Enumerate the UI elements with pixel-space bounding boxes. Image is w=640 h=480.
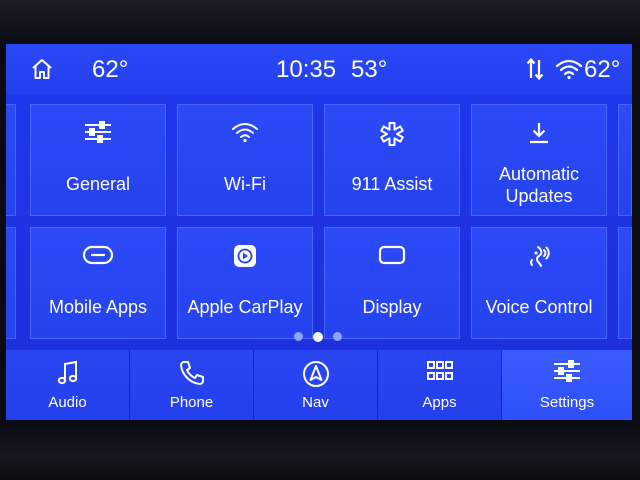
wifi-signal-icon — [554, 58, 584, 80]
apps-grid-icon — [378, 360, 501, 388]
tile-wifi[interactable]: Wi-Fi — [177, 104, 313, 216]
nav-label: Apps — [422, 394, 457, 411]
tile-label: Voice Control — [485, 297, 593, 317]
voice-icon — [472, 244, 606, 270]
music-note-icon — [6, 360, 129, 388]
navigation-icon — [254, 360, 377, 388]
display-bezel-bottom — [0, 420, 640, 480]
home-icon[interactable] — [30, 57, 54, 81]
cabin-temperature: 62° — [584, 56, 621, 83]
page-indicator — [294, 331, 354, 342]
sync-arrows-icon — [526, 56, 544, 82]
tile-label-line1: Automatic — [498, 164, 580, 184]
nav-label: Nav — [302, 394, 329, 411]
display-bezel-top — [0, 0, 640, 44]
nav-audio-button[interactable]: Audio — [6, 350, 130, 420]
page-dot-2[interactable] — [313, 331, 323, 342]
sliders-icon — [31, 121, 165, 147]
clock-time: 10:35 — [276, 56, 337, 83]
tile-label: Apple CarPlay — [187, 297, 303, 317]
medical-star-icon — [325, 121, 459, 147]
status-bar: 62° 10:35 53° 62° — [6, 44, 632, 94]
page-dot-1[interactable] — [294, 332, 303, 341]
tile-mobile-apps[interactable]: Mobile Apps — [30, 227, 166, 339]
prev-page-tile-edge — [6, 227, 16, 339]
nav-phone-button[interactable]: Phone — [130, 350, 254, 420]
tile-label: Mobile Apps — [48, 297, 148, 317]
infotainment-screen: 62° 10:35 53° 62° General Wi-Fi 911 Assi… — [6, 44, 632, 420]
nav-navigation-button[interactable]: Nav — [254, 350, 378, 420]
tile-label: Automatic Updates — [472, 163, 606, 207]
nav-label: Audio — [48, 394, 87, 411]
page-dot-3[interactable] — [333, 332, 342, 341]
nav-apps-button[interactable]: Apps — [378, 350, 502, 420]
tile-label-line2: Updates — [505, 186, 573, 206]
outside-temperature: 62° — [92, 56, 129, 83]
tile-label: General — [65, 174, 131, 194]
next-page-tile-edge — [618, 104, 632, 216]
download-icon — [472, 121, 606, 147]
nav-settings-button[interactable]: Settings — [502, 350, 632, 420]
tile-display[interactable]: Display — [324, 227, 460, 339]
tile-label: Wi-Fi — [224, 174, 266, 194]
nav-label: Settings — [539, 394, 595, 411]
next-page-tile-edge — [618, 227, 632, 339]
wifi-icon — [178, 121, 312, 147]
phone-icon — [130, 360, 253, 388]
link-pill-icon — [31, 244, 165, 270]
settings-sliders-icon — [502, 360, 632, 388]
tile-911-assist[interactable]: 911 Assist — [324, 104, 460, 216]
bottom-nav-bar: Audio Phone Nav Apps Settings — [6, 350, 632, 420]
tile-label: 911 Assist — [351, 174, 433, 194]
display-icon — [325, 244, 459, 270]
tile-label: Display — [362, 297, 422, 317]
carplay-icon — [178, 244, 312, 270]
tile-apple-carplay[interactable]: Apple CarPlay — [177, 227, 313, 339]
climate-temperature: 53° — [351, 56, 388, 83]
tile-general[interactable]: General — [30, 104, 166, 216]
tile-automatic-updates[interactable]: Automatic Updates — [471, 104, 607, 216]
tile-voice-control[interactable]: Voice Control — [471, 227, 607, 339]
nav-label: Phone — [169, 394, 214, 411]
prev-page-tile-edge — [6, 104, 16, 216]
